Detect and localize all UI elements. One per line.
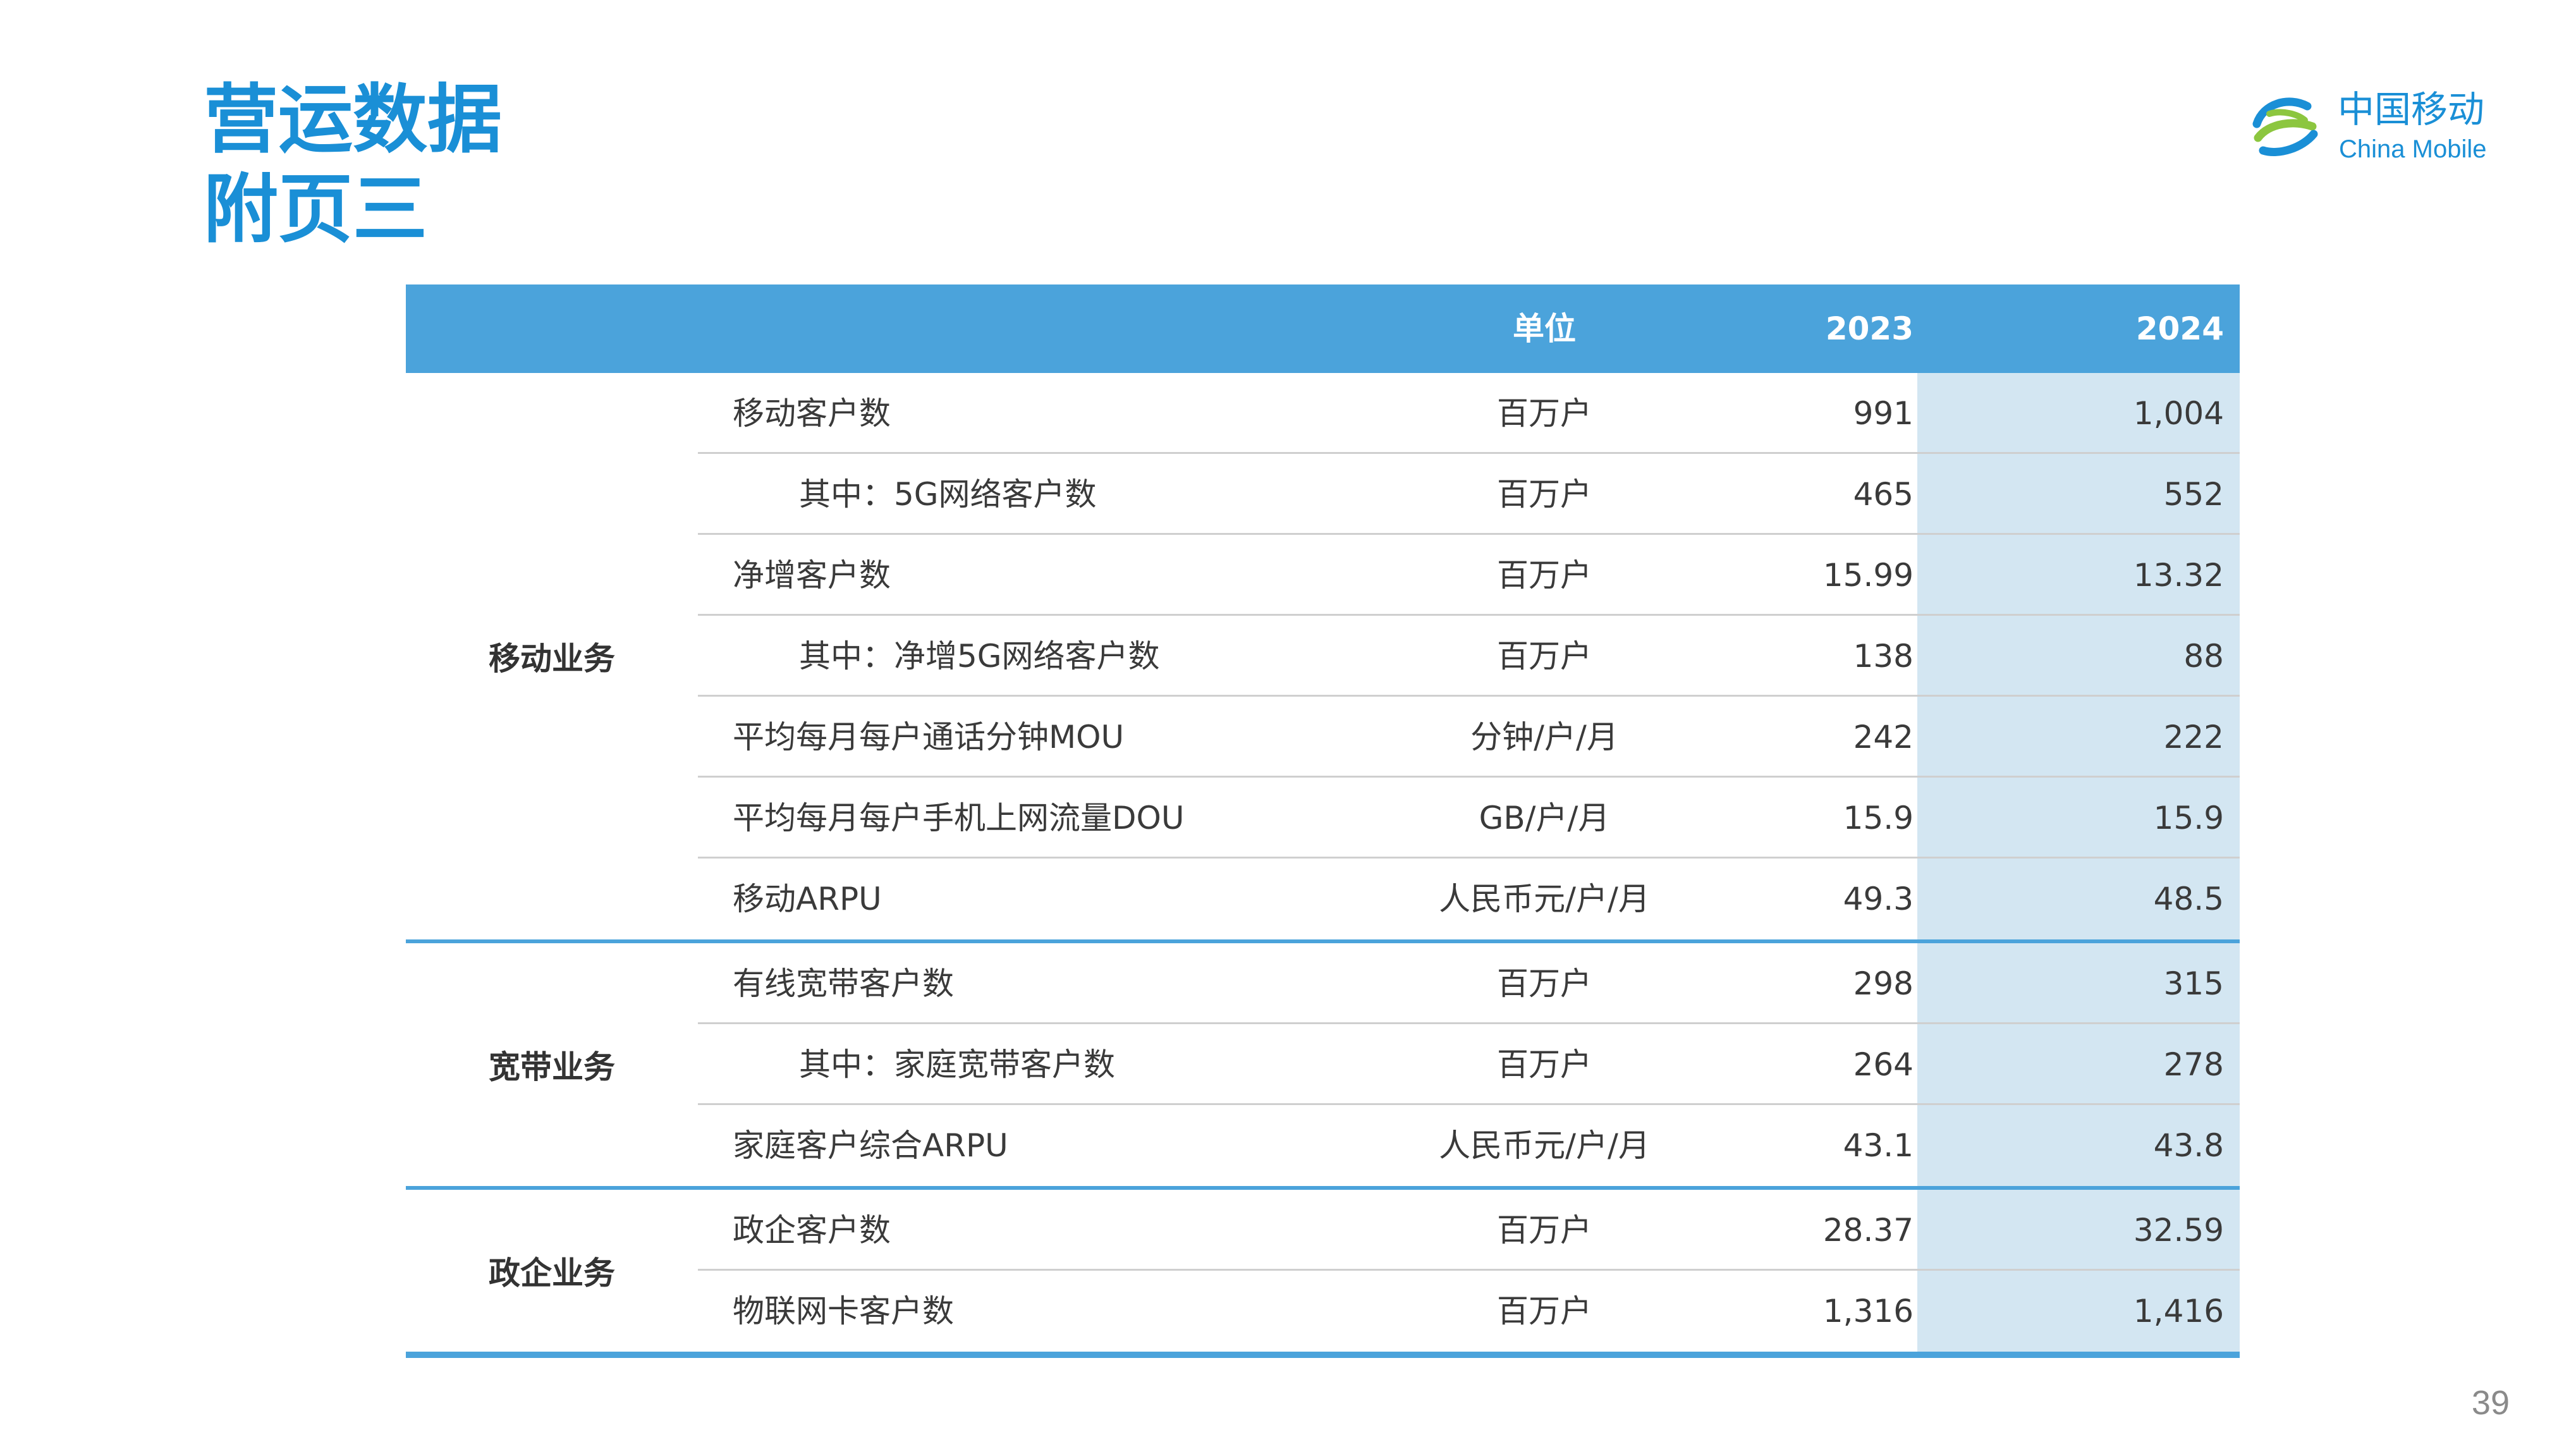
page-title: 营运数据 附页三 — [204, 75, 502, 254]
row-value-2023: 28.37 — [1822, 1212, 1914, 1249]
row-name: 其中：家庭宽带客户数 — [799, 1046, 1115, 1083]
table-row: 平均每月每户通话分钟MOU 分钟/户/月 242 222 — [698, 697, 2240, 778]
china-mobile-logo: 中国移动 China Mobile — [2244, 82, 2516, 177]
china-mobile-logo-icon — [2252, 97, 2318, 156]
row-value-2024: 315 — [2163, 965, 2224, 1002]
row-value-2024: 88 — [2183, 638, 2224, 675]
table-group-broadband: 宽带业务 有线宽带客户数 百万户 298 315 其中：家庭宽带客户数 百万户 … — [406, 939, 2240, 1186]
logo-chinese-text: 中国移动 — [2338, 88, 2485, 131]
row-unit: 百万户 — [1497, 1212, 1592, 1249]
table-bottom-rule — [406, 1352, 2240, 1358]
row-name: 其中：净增5G网络客户数 — [799, 638, 1160, 675]
row-unit: 百万户 — [1497, 965, 1592, 1002]
row-unit: 百万户 — [1497, 395, 1592, 432]
group-label-mobile: 移动业务 — [489, 640, 615, 677]
row-unit: 人民币元/户/月 — [1439, 1127, 1650, 1164]
row-value-2023: 49.3 — [1843, 881, 1914, 917]
row-value-2023: 991 — [1853, 395, 1914, 432]
row-name: 物联网卡客户数 — [733, 1293, 954, 1330]
logo-english-text: China Mobile — [2339, 135, 2487, 163]
row-unit: 分钟/户/月 — [1470, 719, 1618, 755]
row-value-2023: 138 — [1853, 638, 1914, 675]
table-row: 其中：净增5G网络客户数 百万户 138 88 — [698, 616, 2240, 697]
row-value-2024: 278 — [2163, 1046, 2224, 1083]
row-value-2024: 222 — [2163, 719, 2224, 755]
row-value-2024: 15.9 — [2153, 800, 2224, 836]
row-name: 净增客户数 — [733, 557, 891, 594]
table-header: 单位 2023 2024 — [406, 284, 2240, 373]
table-row: 移动ARPU 人民币元/户/月 49.3 48.5 — [698, 859, 2240, 939]
row-value-2024: 1,416 — [2133, 1293, 2224, 1330]
row-value-2024: 32.59 — [2133, 1212, 2224, 1249]
group-label-enterprise: 政企业务 — [489, 1255, 615, 1292]
row-value-2023: 15.99 — [1822, 557, 1914, 594]
table-row: 净增客户数 百万户 15.99 13.32 — [698, 535, 2240, 616]
row-unit: 人民币元/户/月 — [1439, 881, 1650, 917]
row-unit: 百万户 — [1497, 1046, 1592, 1083]
row-value-2023: 43.1 — [1843, 1127, 1914, 1164]
table-row: 有线宽带客户数 百万户 298 315 — [698, 943, 2240, 1024]
row-unit: 百万户 — [1497, 1293, 1592, 1330]
row-unit: 百万户 — [1497, 476, 1592, 513]
group-label-broadband: 宽带业务 — [489, 1049, 615, 1085]
operating-data-table: 单位 2023 2024 移动业务 移动客户数 百万户 991 1,004 其中… — [406, 284, 2240, 1358]
row-value-2024: 43.8 — [2153, 1127, 2224, 1164]
row-value-2024: 552 — [2163, 476, 2224, 513]
row-value-2024: 13.32 — [2133, 557, 2224, 594]
row-name: 平均每月每户通话分钟MOU — [733, 719, 1125, 755]
table-row: 家庭客户综合ARPU 人民币元/户/月 43.1 43.8 — [698, 1105, 2240, 1186]
table-row: 政企客户数 百万户 28.37 32.59 — [698, 1190, 2240, 1271]
row-value-2024: 1,004 — [2133, 395, 2224, 432]
row-name: 其中：5G网络客户数 — [799, 476, 1097, 513]
row-value-2023: 298 — [1853, 965, 1914, 1002]
header-2024: 2024 — [2135, 310, 2224, 347]
title-line-2: 附页三 — [204, 166, 428, 253]
row-name: 有线宽带客户数 — [733, 965, 954, 1002]
row-value-2023: 264 — [1853, 1046, 1914, 1083]
page-number: 39 — [2471, 1384, 2510, 1422]
table-row: 移动客户数 百万户 991 1,004 — [698, 373, 2240, 454]
row-name: 移动ARPU — [733, 881, 882, 917]
title-line-1: 营运数据 — [204, 76, 503, 163]
table-row: 其中：家庭宽带客户数 百万户 264 278 — [698, 1024, 2240, 1105]
row-name: 平均每月每户手机上网流量DOU — [733, 800, 1185, 836]
table-row: 物联网卡客户数 百万户 1,316 1,416 — [698, 1271, 2240, 1352]
table-group-enterprise: 政企业务 政企客户数 百万户 28.37 32.59 物联网卡客户数 百万户 1… — [406, 1186, 2240, 1352]
row-value-2023: 465 — [1853, 476, 1914, 513]
row-name: 政企客户数 — [733, 1212, 891, 1249]
row-value-2023: 15.9 — [1843, 800, 1914, 836]
header-unit: 单位 — [1513, 310, 1576, 347]
row-unit: GB/户/月 — [1479, 800, 1610, 836]
row-value-2023: 242 — [1853, 719, 1914, 755]
row-name: 移动客户数 — [733, 395, 891, 432]
table-row: 其中：5G网络客户数 百万户 465 552 — [698, 454, 2240, 535]
row-value-2024: 48.5 — [2153, 881, 2224, 917]
header-2023: 2023 — [1825, 310, 1914, 347]
table-row: 平均每月每户手机上网流量DOU GB/户/月 15.9 15.9 — [698, 778, 2240, 859]
row-unit: 百万户 — [1497, 638, 1592, 675]
row-value-2023: 1,316 — [1822, 1293, 1914, 1330]
table-group-mobile: 移动业务 移动客户数 百万户 991 1,004 其中：5G网络客户数 百万户 … — [406, 373, 2240, 939]
row-unit: 百万户 — [1497, 557, 1592, 594]
row-name: 家庭客户综合ARPU — [733, 1127, 1008, 1164]
